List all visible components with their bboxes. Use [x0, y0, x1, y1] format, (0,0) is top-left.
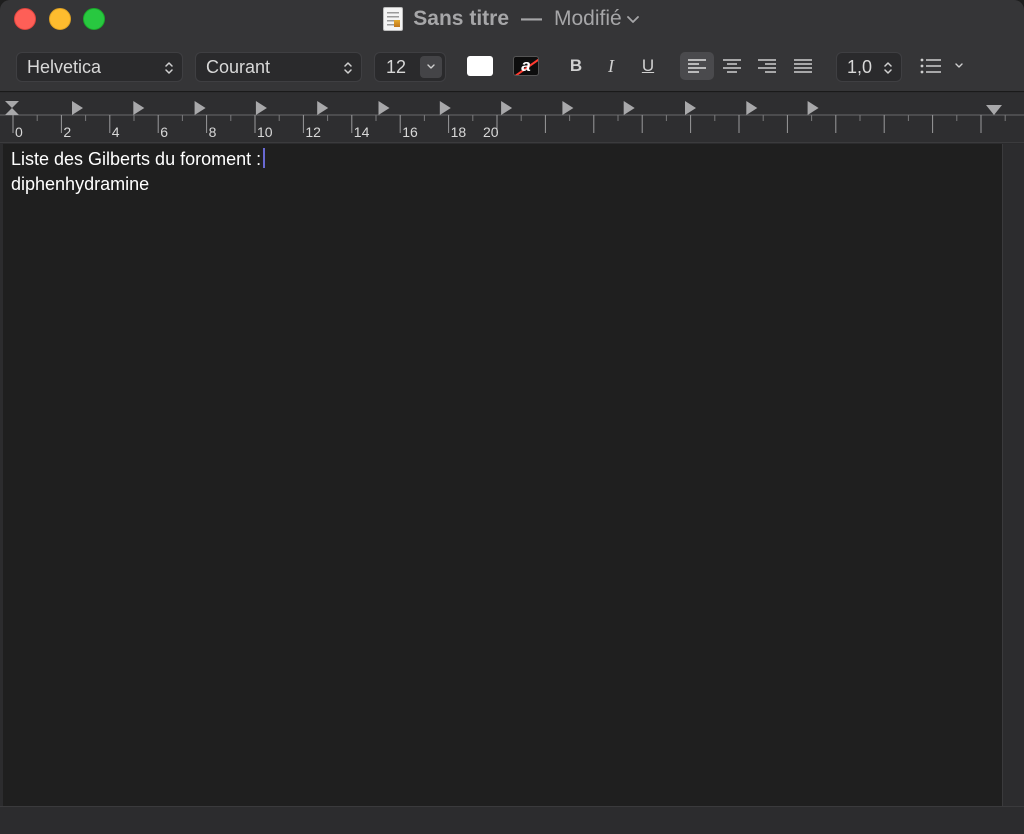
close-button[interactable]: [14, 8, 36, 30]
align-right-button[interactable]: [750, 52, 784, 80]
tab-stop-marker: [72, 101, 83, 115]
font-size-field[interactable]: 12: [374, 52, 446, 82]
ruler-label: 16: [402, 124, 418, 140]
tab-stop-marker: [317, 101, 329, 115]
font-size-menu-button[interactable]: [420, 56, 442, 78]
tab-stop-marker: [194, 101, 206, 115]
tab-stop-marker: [807, 101, 819, 115]
tab-stop-marker: [133, 101, 145, 115]
ruler-label: 6: [160, 124, 168, 140]
text-color-well[interactable]: [467, 56, 493, 76]
ruler[interactable]: 0 2 4 6 8 10 12 14 16 18 20: [0, 93, 1024, 143]
ruler-label: 10: [257, 124, 273, 140]
align-justify-button[interactable]: [786, 52, 820, 80]
chevron-down-icon: [955, 63, 963, 68]
up-down-arrows-icon: [165, 62, 173, 74]
minimize-button[interactable]: [49, 8, 71, 30]
line-spacing-value: 1,0: [847, 56, 873, 77]
ruler-label: 18: [450, 124, 467, 140]
up-down-arrows-icon: [344, 62, 352, 74]
text-caret: [263, 148, 266, 168]
text-editor-area[interactable]: Liste des Gilberts du foroment : diphenh…: [3, 144, 1002, 806]
document-icon: [383, 7, 404, 31]
tab-stop-marker: [501, 101, 513, 115]
text-line-1: Liste des Gilberts du foroment :: [11, 147, 266, 172]
document-text[interactable]: Liste des Gilberts du foroment : diphenh…: [11, 147, 266, 197]
window-bottom-bar: [0, 806, 1024, 834]
vertical-scroll-area[interactable]: [1002, 144, 1024, 806]
font-family-popup[interactable]: Helvetica: [16, 52, 183, 82]
tab-stop-marker: [378, 101, 390, 115]
italic-button[interactable]: I: [599, 52, 623, 80]
align-right-icon: [758, 59, 776, 73]
right-margin-marker: [986, 105, 1002, 115]
background-color-well[interactable]: a: [513, 56, 539, 76]
tab-stop-marker: [623, 101, 635, 115]
align-left-icon: [688, 59, 706, 73]
ruler-label: 2: [63, 124, 72, 140]
align-left-button[interactable]: [680, 52, 714, 80]
list-style-popup[interactable]: [920, 52, 976, 80]
left-indent-marker: [5, 108, 19, 115]
zoom-button[interactable]: [83, 8, 105, 30]
align-center-button[interactable]: [715, 52, 749, 80]
tab-stop-marker: [685, 101, 696, 115]
ruler-label: 8: [208, 124, 217, 140]
background-color-glyph: a: [521, 56, 531, 75]
ruler-label: 4: [111, 124, 120, 140]
align-justify-icon: [794, 59, 812, 73]
ruler-label: 14: [353, 124, 370, 140]
chevron-down-icon[interactable]: [625, 11, 641, 27]
document-name[interactable]: Sans titre: [413, 7, 509, 31]
alignment-group: [680, 52, 820, 80]
text-line-2: diphenhydramine: [11, 174, 150, 194]
font-style-value: Courant: [206, 56, 271, 77]
tab-stop-marker: [255, 101, 267, 115]
title-bar: Sans titre — Modifié: [0, 0, 1024, 40]
bold-button[interactable]: B: [564, 52, 588, 80]
first-line-indent-marker: [5, 101, 19, 108]
underline-button[interactable]: U: [636, 52, 660, 80]
align-center-icon: [723, 59, 741, 73]
ruler-label: 12: [305, 124, 321, 140]
tab-stop-marker: [439, 101, 451, 115]
ruler-ticks: [0, 101, 1024, 133]
bulleted-list-icon: [920, 58, 941, 74]
tab-stop-marker: [746, 101, 758, 115]
ruler-label: 20: [483, 124, 499, 140]
title-separator: —: [521, 7, 542, 30]
up-down-arrows-icon: [884, 62, 892, 74]
chevron-down-icon: [427, 64, 435, 69]
font-family-value: Helvetica: [27, 56, 102, 77]
window-title: Sans titre — Modifié: [0, 0, 1024, 38]
font-size-value: 12: [386, 56, 407, 77]
tab-stop-marker: [562, 101, 574, 115]
document-status[interactable]: Modifié: [554, 7, 622, 31]
font-style-popup[interactable]: Courant: [195, 52, 362, 82]
ruler-label: 0: [15, 124, 23, 140]
line-spacing-popup[interactable]: 1,0: [836, 52, 902, 82]
textedit-window: Sans titre — Modifié Helvetica Courant 1…: [0, 0, 1024, 834]
